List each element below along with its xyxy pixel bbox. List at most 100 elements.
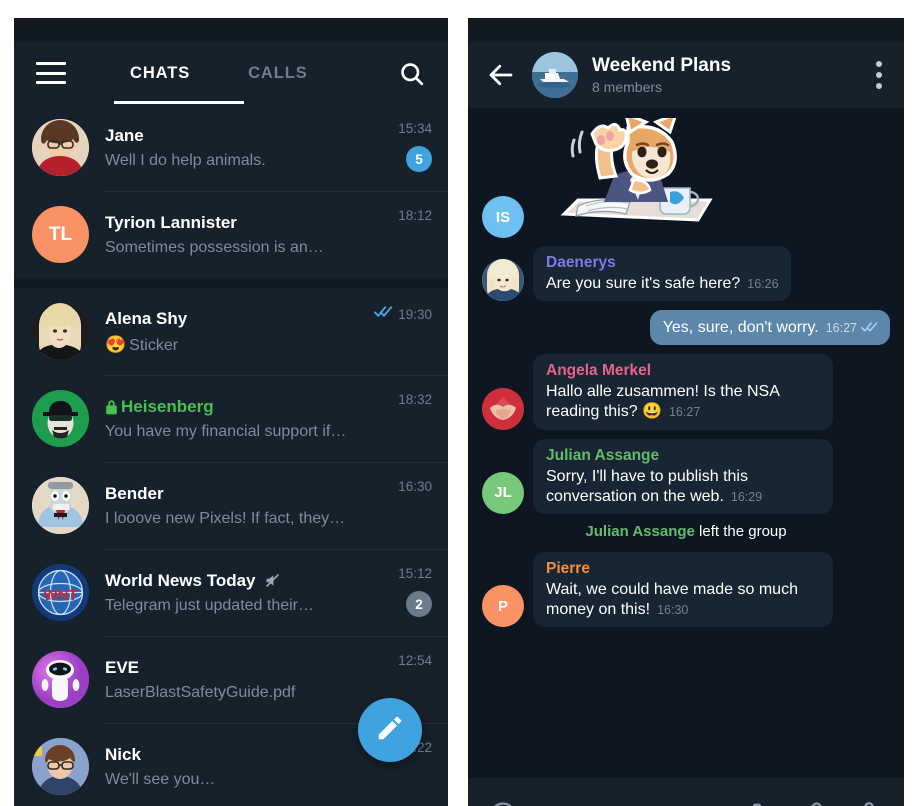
chat-row-body: Tyrion Lannister Sometimes possession is… bbox=[105, 213, 398, 257]
avatar[interactable]: IS bbox=[482, 196, 524, 238]
page-title: Weekend Plans bbox=[592, 55, 732, 76]
avatar bbox=[32, 651, 89, 708]
chat-row-body: Heisenberg You have my financial support… bbox=[105, 397, 398, 441]
message-sender: Pierre bbox=[546, 559, 590, 577]
status-bar-left bbox=[14, 18, 448, 42]
avatar: TL bbox=[32, 206, 89, 263]
avatar[interactable]: P bbox=[482, 585, 524, 628]
avatar-initials: TL bbox=[48, 223, 73, 245]
avatar[interactable] bbox=[482, 387, 524, 430]
avatar bbox=[32, 119, 89, 176]
message-text: Wait, we could have made so much money o… bbox=[546, 580, 798, 619]
chat-row-body: Jane Well I do help animals. bbox=[105, 126, 398, 170]
message-bubble[interactable]: Angela Merkel Hallo alle zusammen! Is th… bbox=[533, 354, 833, 430]
pencil-icon bbox=[375, 713, 405, 748]
chat-name: EVE bbox=[105, 657, 140, 677]
message-bubble[interactable]: Pierre Wait, we could have made so much … bbox=[533, 551, 833, 628]
chat-name: Alena Shy bbox=[105, 308, 188, 328]
avatar[interactable]: JL bbox=[482, 471, 524, 514]
avatar bbox=[32, 477, 89, 534]
chat-list-item-jane[interactable]: Jane Well I do help animals. 15:34 5 bbox=[14, 104, 448, 191]
chat-list-item-bender[interactable]: Bender I looove new Pixels! If fact, the… bbox=[14, 462, 448, 549]
chat-name: Bender bbox=[105, 483, 164, 503]
chat-name: World News Today bbox=[105, 570, 256, 590]
chat-time: 15:12 bbox=[398, 566, 432, 581]
status-bar-right bbox=[468, 18, 904, 42]
chat-preview: Well I do help animals. bbox=[105, 151, 266, 169]
system-message: Julian Assange left the group bbox=[468, 523, 904, 540]
message-sticker: IS bbox=[468, 118, 904, 238]
chat-preview: Sometimes possession is an… bbox=[105, 238, 324, 256]
chat-preview: LaserBlastSafetyGuide.pdf bbox=[105, 683, 296, 701]
chat-name: Heisenberg bbox=[121, 396, 214, 416]
message-incoming: JL Julian Assange Sorry, I'll have to pu… bbox=[468, 438, 904, 514]
chat-time: 15:34 bbox=[398, 121, 432, 136]
message-sender: Angela Merkel bbox=[546, 362, 652, 380]
message-text: Sorry, I'll have to publish this convers… bbox=[546, 467, 763, 505]
smiley-face-icon[interactable] bbox=[488, 800, 518, 806]
paperclip-icon[interactable] bbox=[798, 800, 828, 806]
unread-badge: 5 bbox=[406, 146, 432, 172]
chat-list-tabs: CHATS CALLS bbox=[130, 64, 308, 83]
conversation-panel: Weekend Plans 8 members IS Daenerys Are … bbox=[468, 18, 904, 806]
message-time: 16:30 bbox=[657, 603, 689, 618]
message-bubble[interactable]: Julian Assange Sorry, I'll have to publi… bbox=[533, 438, 833, 514]
camera-icon[interactable] bbox=[742, 800, 772, 806]
chat-name: Jane bbox=[105, 125, 144, 145]
svg-text:WNT: WNT bbox=[43, 587, 77, 604]
chat-list-divider bbox=[14, 278, 448, 288]
chat-time: 19:30 bbox=[398, 306, 432, 322]
message-text: Yes, sure, don't worry. 16:27 bbox=[663, 318, 878, 338]
message-text: Hallo alle zusammen! Is the NSA reading … bbox=[546, 383, 779, 421]
search-icon[interactable] bbox=[398, 60, 426, 88]
member-count: 8 members bbox=[592, 79, 663, 95]
avatar bbox=[32, 390, 89, 447]
chat-preview: Telegram just updated their… bbox=[105, 596, 314, 614]
system-message-text: left the group bbox=[694, 522, 787, 540]
avatar: WNT bbox=[32, 564, 89, 621]
group-avatar[interactable] bbox=[532, 52, 578, 98]
read-receipt-icon bbox=[860, 321, 878, 338]
chat-row-body: Bender I looove new Pixels! If fact, the… bbox=[105, 484, 398, 528]
microphone-icon[interactable] bbox=[854, 800, 884, 806]
message-time: 16:27 bbox=[825, 321, 857, 336]
chat-row-body: World News Today Telegram just updated t… bbox=[105, 571, 398, 615]
conversation-header: Weekend Plans 8 members bbox=[468, 42, 904, 108]
message-incoming: P Pierre Wait, we could have made so muc… bbox=[468, 551, 904, 628]
chat-list-item-world-news-today[interactable]: WNT World News Today Telegram just updat… bbox=[14, 549, 448, 636]
lock-icon bbox=[105, 399, 118, 415]
message-sender: Daenerys bbox=[546, 254, 616, 271]
message-bubble[interactable]: Yes, sure, don't worry. 16:27 bbox=[649, 310, 890, 346]
message-time: 16:27 bbox=[668, 405, 701, 420]
chat-row-meta: 18:12 bbox=[398, 191, 432, 278]
chat-row-body: EVE LaserBlastSafetyGuide.pdf bbox=[105, 658, 398, 702]
avatar-initials: IS bbox=[495, 208, 511, 226]
chat-preview: 😍 Sticker bbox=[105, 335, 374, 355]
message-meta: 16:27 bbox=[826, 321, 878, 338]
chat-row-body: Nick We'll see you… bbox=[105, 745, 398, 789]
chat-name: Tyrion Lannister bbox=[105, 212, 237, 232]
chat-list-item-heisenberg[interactable]: Heisenberg You have my financial support… bbox=[14, 375, 448, 462]
avatar bbox=[32, 303, 89, 360]
chat-time: 18:32 bbox=[398, 392, 432, 407]
message-bubble[interactable]: Daenerys Are you sure it's safe here? 16:… bbox=[533, 246, 791, 302]
chat-list-item-tyrion-lannister[interactable]: TL Tyrion Lannister Sometimes possession… bbox=[14, 191, 448, 278]
compose-new-message-fab[interactable] bbox=[358, 698, 422, 762]
chat-list-item-alena-shy[interactable]: Alena Shy 😍 Sticker 19:30 bbox=[14, 288, 448, 375]
chat-time: 16:30 bbox=[398, 479, 432, 494]
message-outgoing: Yes, sure, don't worry. 16:27 bbox=[468, 310, 904, 346]
more-options-icon[interactable] bbox=[876, 61, 882, 89]
avatar-initials: P bbox=[497, 597, 508, 615]
chat-row-meta: 18:32 bbox=[398, 375, 432, 462]
tab-chats[interactable]: CHATS bbox=[130, 64, 190, 83]
preview-emoji: 😍 bbox=[105, 334, 127, 354]
shiba-inu-waving-sticker[interactable] bbox=[542, 118, 727, 238]
avatar[interactable] bbox=[482, 259, 524, 302]
chat-row-meta: 16:30 bbox=[398, 462, 432, 549]
back-arrow-icon[interactable] bbox=[486, 60, 516, 90]
hamburger-menu-icon[interactable] bbox=[36, 62, 66, 84]
chat-preview: We'll see you… bbox=[105, 770, 216, 788]
chat-row-meta: 19:30 bbox=[374, 288, 432, 375]
tab-calls[interactable]: CALLS bbox=[248, 64, 308, 83]
screenshot-root: CHATS CALLS Jane Well I do help animals.… bbox=[0, 0, 918, 806]
